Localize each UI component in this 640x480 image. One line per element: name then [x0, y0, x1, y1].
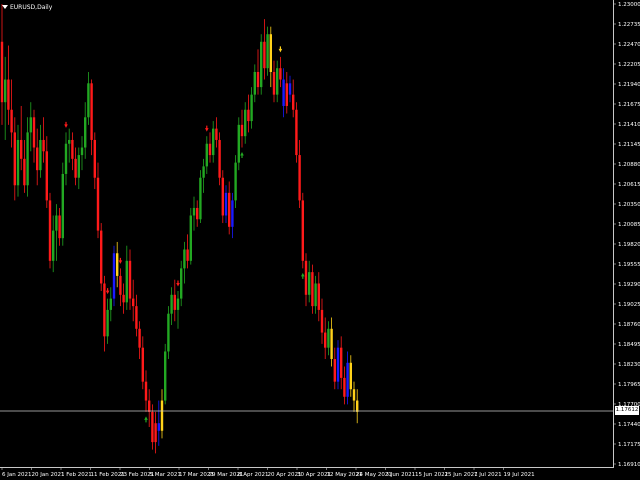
time-tick-label: 19 Jul 2021 — [504, 472, 535, 478]
time-axis-ticks: 6 Jan 2021 20 Jan 20211 Feb 202111 Feb 20… — [1, 468, 535, 478]
price-axis-ticks: 1.23000 1.22735 1.22470 1.22205 1.21940 1.216… — [614, 2, 640, 468]
price-tick-label: 1.18760 — [618, 322, 640, 328]
price-tick-label: 1.21145 — [618, 142, 640, 148]
chart-title-bar[interactable]: EURUSD,Daily — [2, 2, 52, 12]
price-tick-label: 1.21675 — [618, 102, 640, 108]
price-tick-label: 1.17440 — [618, 422, 640, 428]
time-tick-label: 3 Jun 2021 — [386, 472, 416, 478]
price-axis: 1.23000 1.22735 1.22470 1.22205 1.21940 1.216… — [614, 2, 640, 468]
price-tick-label: 1.20085 — [618, 222, 640, 228]
price-tick-label: 1.20880 — [618, 162, 640, 168]
time-tick-label: 5 Mar 2021 — [150, 472, 181, 478]
price-tick-label: 1.22205 — [618, 62, 640, 68]
time-tick-label: 7 Jul 2021 — [474, 472, 502, 478]
price-tick-label: 1.17175 — [618, 442, 640, 448]
time-axis: 6 Jan 2021 20 Jan 20211 Feb 202111 Feb 20… — [1, 468, 535, 478]
price-tick-label: 1.19025 — [618, 302, 640, 308]
price-tick-label: 1.16910 — [618, 462, 640, 468]
time-tick-label: 6 Jan 2021 — [2, 472, 31, 478]
price-tick-label: 1.21940 — [618, 82, 640, 88]
price-tick-label: 1.20615 — [618, 182, 640, 188]
time-tick-label: 20 Jan 2021 — [32, 472, 65, 478]
price-tick-label: 1.17965 — [618, 382, 640, 388]
price-tick-label: 1.23000 — [618, 2, 640, 8]
price-tick-label: 1.22735 — [618, 22, 640, 28]
time-tick-label: 8 Apr 2021 — [238, 472, 269, 478]
price-tick-label: 1.22470 — [618, 42, 640, 48]
price-tick-label: 1.20350 — [618, 202, 640, 208]
chart-symbol-title: EURUSD,Daily — [10, 3, 53, 11]
price-tick-label: 1.19555 — [618, 262, 640, 268]
chart-window[interactable]: 1.23000 1.22735 1.22470 1.22205 1.21940 1.216… — [0, 0, 640, 480]
price-tick-label: 1.19290 — [618, 282, 640, 288]
time-tick-label: 25 Jun 2021 — [445, 472, 478, 478]
plot-border — [0, 0, 614, 468]
current-price-label: 1.17612 — [615, 406, 639, 416]
time-tick-label: 15 Jun 2021 — [415, 472, 448, 478]
price-tick-label: 1.18230 — [618, 362, 640, 368]
price-tick-label: 1.19820 — [618, 242, 640, 248]
dropdown-triangle-icon[interactable] — [2, 5, 8, 9]
price-tick-label: 1.18495 — [618, 342, 640, 348]
price-tick-label: 1.21410 — [618, 122, 640, 128]
time-tick-label: 1 Feb 2021 — [61, 472, 92, 478]
